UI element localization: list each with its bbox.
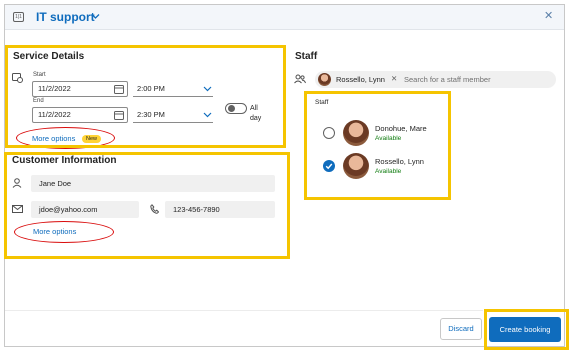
calendar-icon: 1|1 [13,12,24,22]
selected-staff-chip[interactable]: Rossello, Lynn [336,75,385,84]
remove-chip-icon[interactable]: ✕ [391,74,397,83]
close-icon[interactable]: ✕ [544,9,553,22]
people-icon [294,74,306,84]
staff-heading: Staff [295,51,318,62]
staff-search-placeholder: Search for a staff member [404,75,491,84]
highlight-customer-info [4,152,290,259]
discard-button[interactable]: Discard [440,318,482,340]
highlight-staff-list [304,91,451,200]
service-title[interactable]: IT support [36,10,95,24]
footer-divider [5,310,483,311]
chevron-down-icon[interactable] [91,13,100,20]
highlight-create-booking [484,309,569,350]
avatar [318,73,331,86]
highlight-service-details [5,45,286,148]
